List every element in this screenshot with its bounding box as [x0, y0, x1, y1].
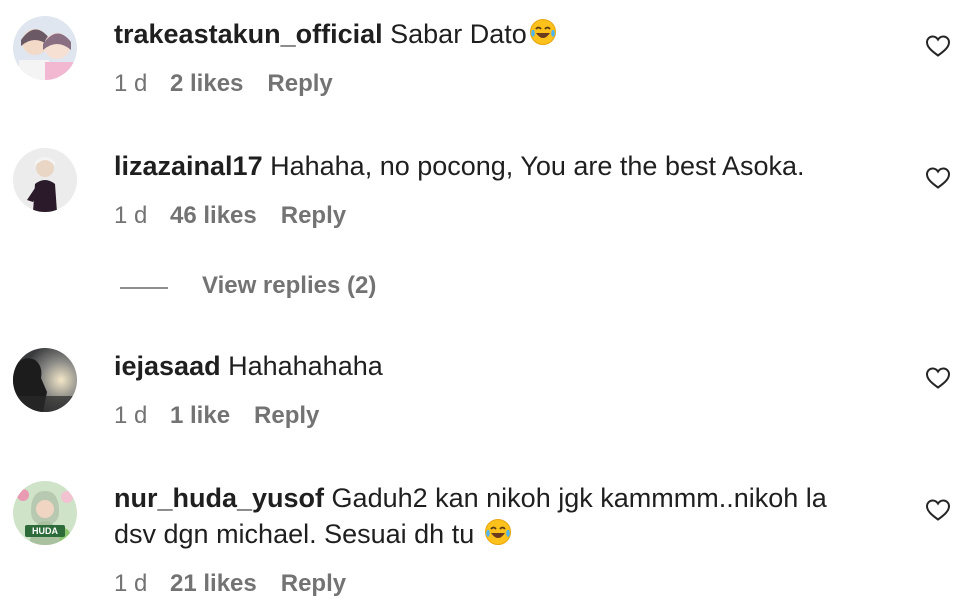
comment-username[interactable]: nur_huda_yusof [114, 483, 324, 513]
like-count[interactable]: 2 likes [170, 69, 243, 99]
comment-text: Gaduh2 kan nikoh jgk kammmm..nikoh la [331, 483, 827, 513]
view-replies-divider [120, 287, 168, 289]
comment-text: Hahahahaha [228, 351, 383, 381]
avatar[interactable] [13, 348, 77, 412]
heart-outline-icon[interactable] [925, 498, 951, 522]
reply-button[interactable]: Reply [267, 69, 332, 99]
comment-time: 1 d [114, 70, 148, 97]
comment-time: 1 d [114, 402, 148, 429]
reply-button[interactable]: Reply [281, 569, 346, 599]
view-replies-label[interactable]: View replies (2) [202, 270, 376, 302]
avatar-badge: HUDA [32, 526, 58, 536]
comment-username[interactable]: iejasaad [114, 351, 221, 381]
heart-outline-icon[interactable] [925, 166, 951, 190]
avatar[interactable] [13, 16, 77, 80]
like-count[interactable]: 46 likes [170, 201, 257, 231]
avatar[interactable]: HUDA [13, 481, 77, 545]
comment-text: Hahaha, no pocong, You are the best Asok… [270, 151, 805, 181]
comment-text-continued: dsv dgn michael. Sesuai dh tu [114, 519, 475, 549]
comment-username[interactable]: lizazainal17 [114, 151, 263, 181]
heart-outline-icon[interactable] [925, 34, 951, 58]
like-count[interactable]: 21 likes [170, 569, 257, 599]
face-with-tears-of-joy-icon [529, 18, 557, 55]
reply-button[interactable]: Reply [281, 201, 346, 231]
comment-time: 1 d [114, 570, 148, 597]
heart-outline-icon[interactable] [925, 366, 951, 390]
comment-time: 1 d [114, 202, 148, 229]
face-with-tears-of-joy-icon [484, 518, 512, 555]
reply-button[interactable]: Reply [254, 401, 319, 431]
like-count[interactable]: 1 like [170, 401, 230, 431]
comment-username[interactable]: trakeastakun_official [114, 19, 383, 49]
comment-text: Sabar Dato [390, 19, 527, 49]
avatar[interactable] [13, 148, 77, 212]
